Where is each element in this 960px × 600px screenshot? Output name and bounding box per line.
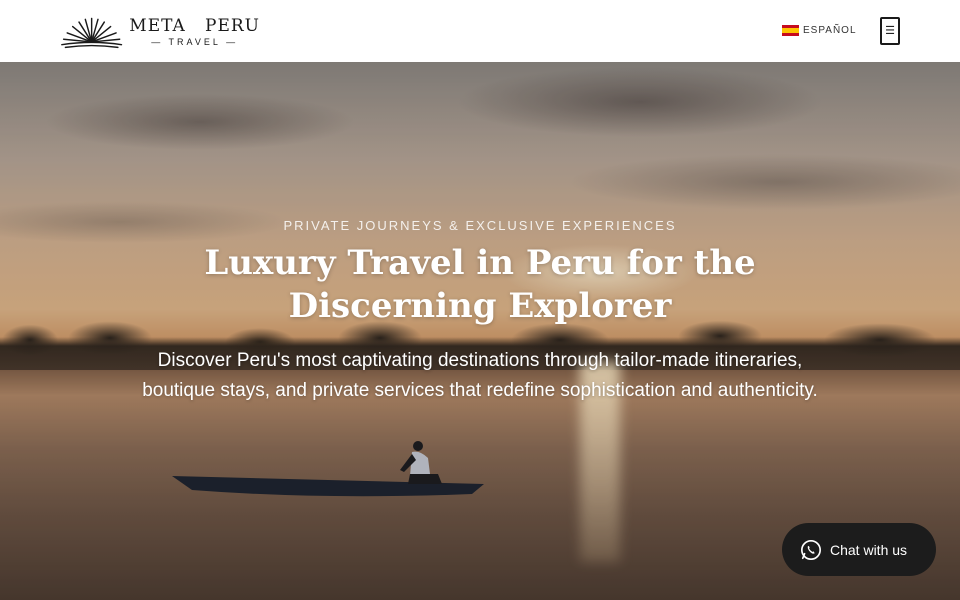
language-switcher[interactable]: ESPAÑOL <box>782 23 857 37</box>
logo-subtitle: — TRAVEL — <box>151 37 239 47</box>
sun-logo-icon <box>61 17 123 49</box>
language-label: ESPAÑOL <box>803 24 857 36</box>
logo-name: META PERU <box>129 16 260 36</box>
hero-overlay <box>0 62 960 600</box>
whatsapp-icon <box>801 539 821 560</box>
hamburger-icon: ☰ <box>885 24 895 37</box>
chat-label: Chat with us <box>830 541 908 558</box>
hero-headline: Luxury Travel in Peru for the Discerning… <box>204 243 756 326</box>
hero-kicker: PRIVATE JOURNEYS & EXCLUSIVE EXPERIENCES <box>283 218 677 233</box>
hero-section: PRIVATE JOURNEYS & EXCLUSIVE EXPERIENCES… <box>0 62 960 600</box>
logo[interactable]: META PERU — TRAVEL — <box>60 12 260 52</box>
spain-flag-icon <box>782 24 799 36</box>
site-header: META PERU — TRAVEL — ESPAÑOL ☰ <box>0 0 960 62</box>
chat-button[interactable]: Chat with us <box>782 523 936 576</box>
menu-button[interactable]: ☰ <box>880 17 900 45</box>
hero-subtext: Discover Peru's most captivating destina… <box>142 350 818 401</box>
